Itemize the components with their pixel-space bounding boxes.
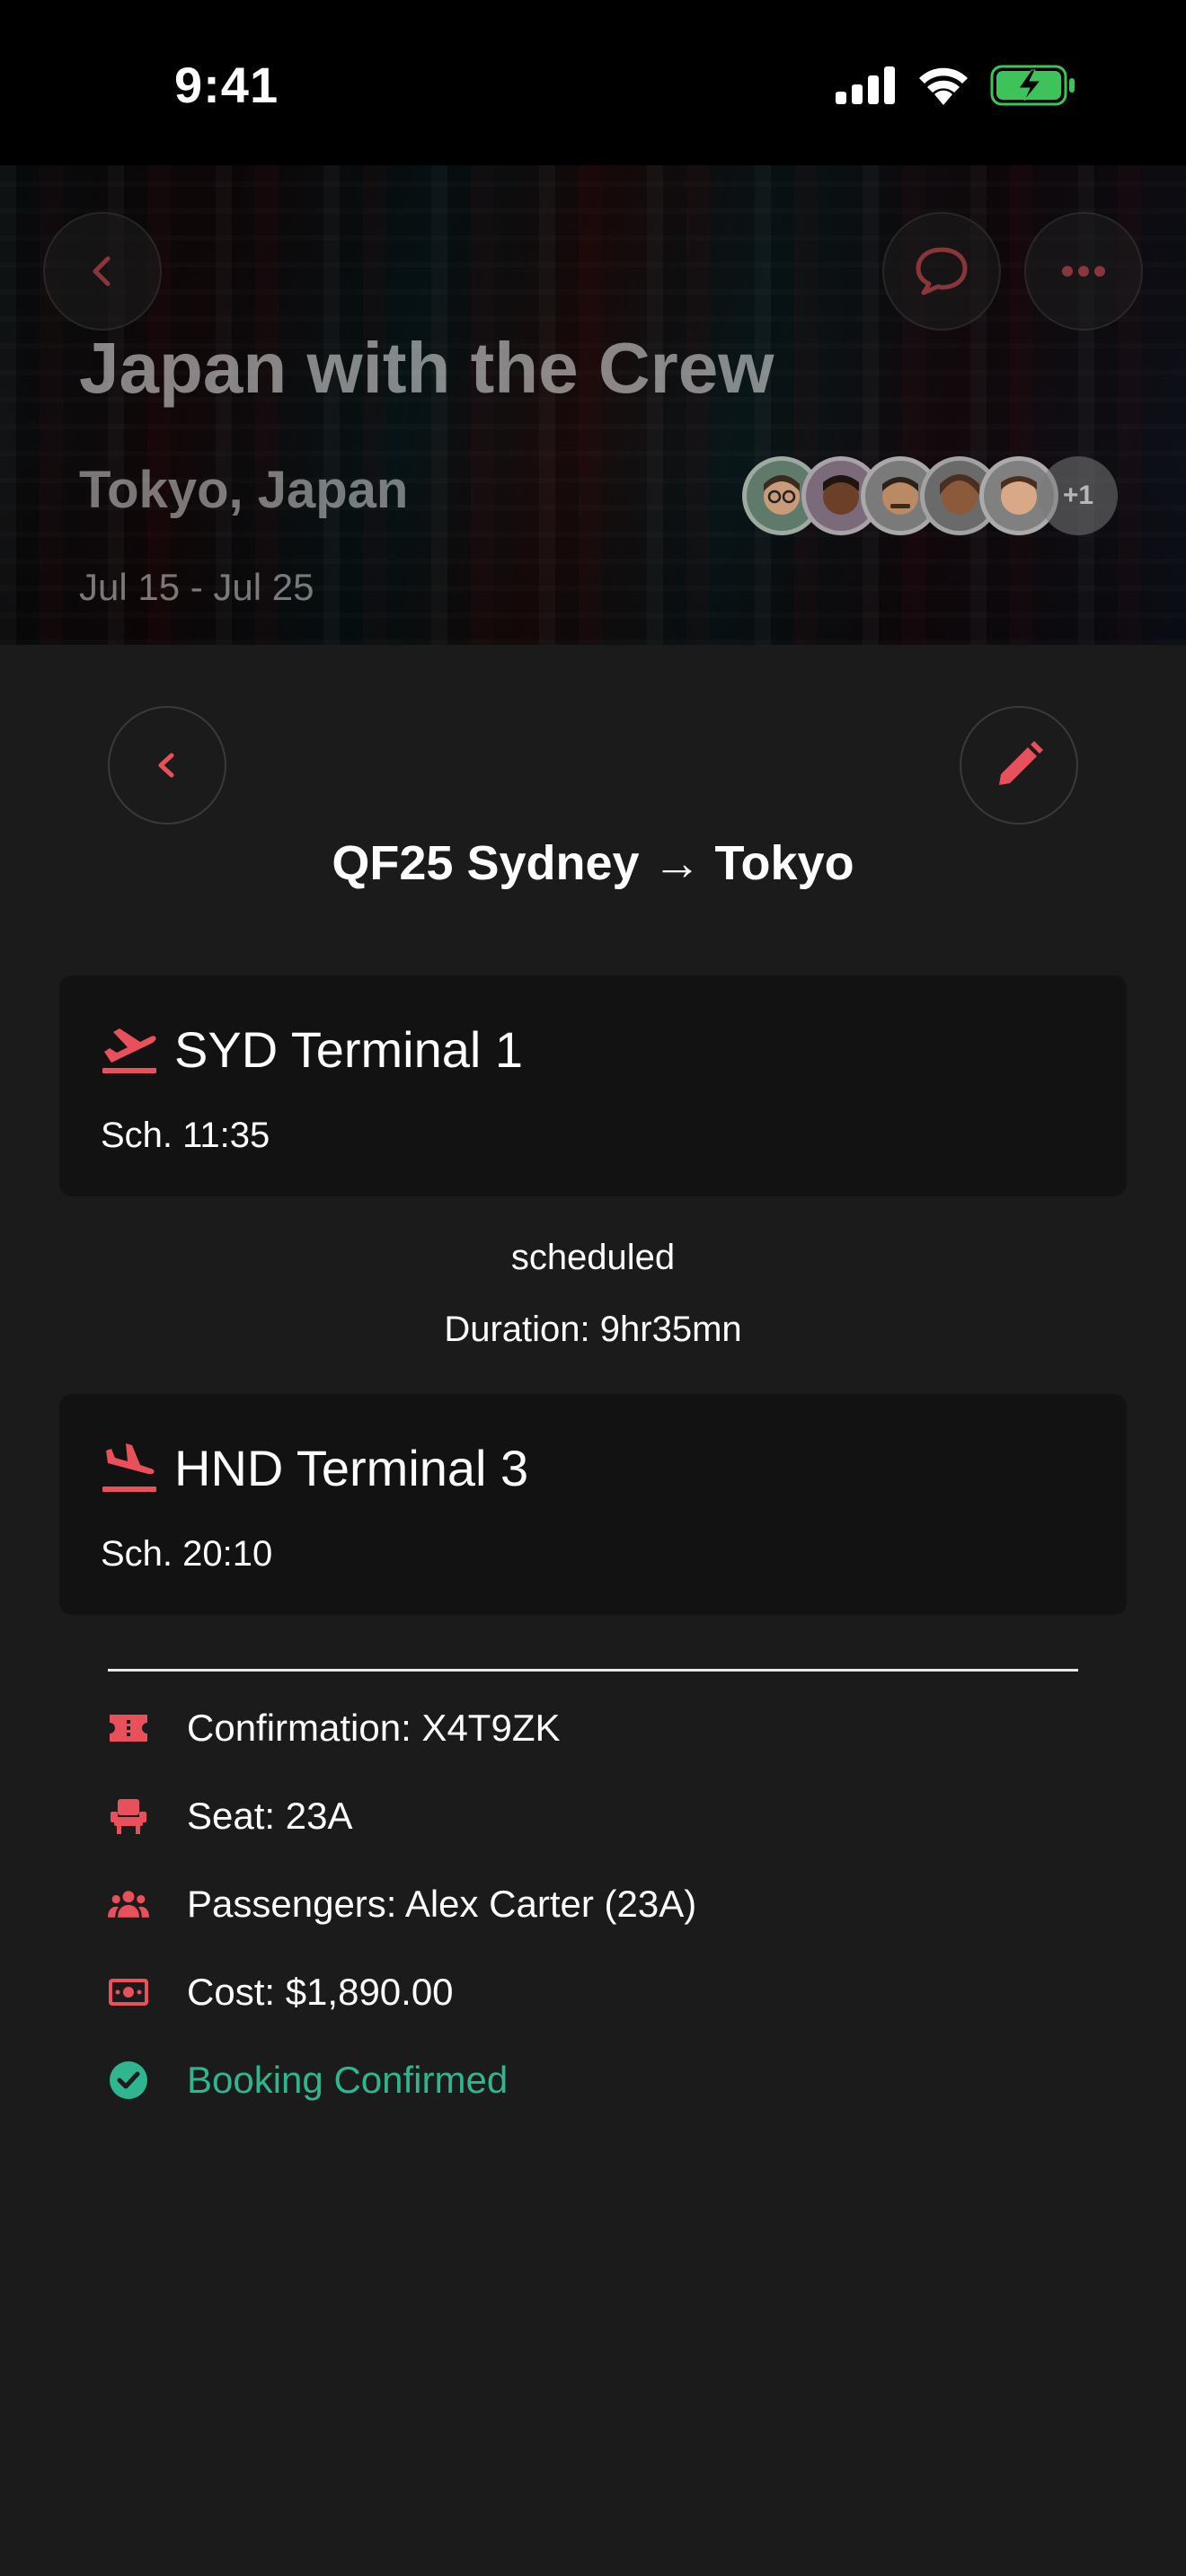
flight-land-icon	[102, 1442, 156, 1492]
flight-title: QF25 Sydney → Tokyo	[332, 836, 854, 890]
trip-title: Japan with the Crew	[79, 328, 774, 408]
trip-members[interactable]: +1	[742, 456, 1118, 535]
status-bar: 9:41	[0, 0, 1186, 165]
cellular-signal-icon	[836, 66, 895, 104]
people-group-icon	[108, 1883, 149, 1925]
seat-text: Seat: 23A	[187, 1795, 353, 1837]
status-time: 9:41	[174, 57, 279, 113]
confirmation-row: Confirmation: X4T9ZK	[108, 1707, 561, 1750]
more-horizontal-icon	[1062, 266, 1105, 277]
departure-scheduled-time: Sch. 11:35	[101, 1116, 270, 1155]
pencil-icon	[999, 741, 1043, 785]
passengers-text: Passengers: Alex Carter (23A)	[187, 1883, 697, 1925]
more-options-button[interactable]	[1024, 212, 1143, 331]
seat-icon	[108, 1795, 149, 1837]
chevron-left-icon	[158, 753, 174, 778]
hero-back-button[interactable]	[43, 212, 162, 331]
wifi-icon	[919, 67, 968, 105]
banknote-icon	[108, 1972, 149, 2013]
arrival-scheduled-time: Sch. 20:10	[101, 1534, 273, 1574]
edit-button[interactable]	[960, 706, 1078, 825]
chat-button[interactable]	[882, 212, 1001, 331]
cost-text: Cost: $1,890.00	[187, 1971, 454, 2013]
trip-dates: Jul 15 - Jul 25	[79, 566, 314, 608]
status-icons	[836, 65, 1076, 106]
cost-row: Cost: $1,890.00	[108, 1971, 454, 2014]
flight-takeoff-icon	[102, 1028, 156, 1073]
arrival-airport: HND Terminal 3	[174, 1440, 529, 1496]
trip-hero-banner: Japan with the Crew Tokyo, Japan Jul 15 …	[0, 165, 1186, 645]
chat-bubble-icon	[916, 247, 968, 296]
seat-row: Seat: 23A	[108, 1795, 352, 1838]
check-circle-icon	[108, 2060, 149, 2101]
flight-duration: Duration: 9hr35mn	[444, 1310, 742, 1349]
booking-status-row: Booking Confirmed	[108, 2059, 508, 2102]
divider	[108, 1669, 1078, 1672]
ticket-icon	[108, 1707, 149, 1749]
more-members-badge[interactable]: +1	[1039, 456, 1118, 535]
passengers-row: Passengers: Alex Carter (23A)	[108, 1883, 696, 1926]
back-button[interactable]	[108, 706, 226, 825]
chevron-left-icon	[93, 256, 111, 287]
flight-status: scheduled	[510, 1238, 676, 1277]
arrival-card: HND Terminal 3 Sch. 20:10	[59, 1394, 1127, 1615]
trip-location: Tokyo, Japan	[79, 461, 409, 519]
departure-airport: SYD Terminal 1	[174, 1021, 524, 1078]
confirmation-text: Confirmation: X4T9ZK	[187, 1707, 561, 1749]
departure-card: SYD Terminal 1 Sch. 11:35	[59, 975, 1127, 1196]
booking-status-text: Booking Confirmed	[187, 2059, 509, 2101]
battery-charging-icon	[990, 65, 1075, 106]
